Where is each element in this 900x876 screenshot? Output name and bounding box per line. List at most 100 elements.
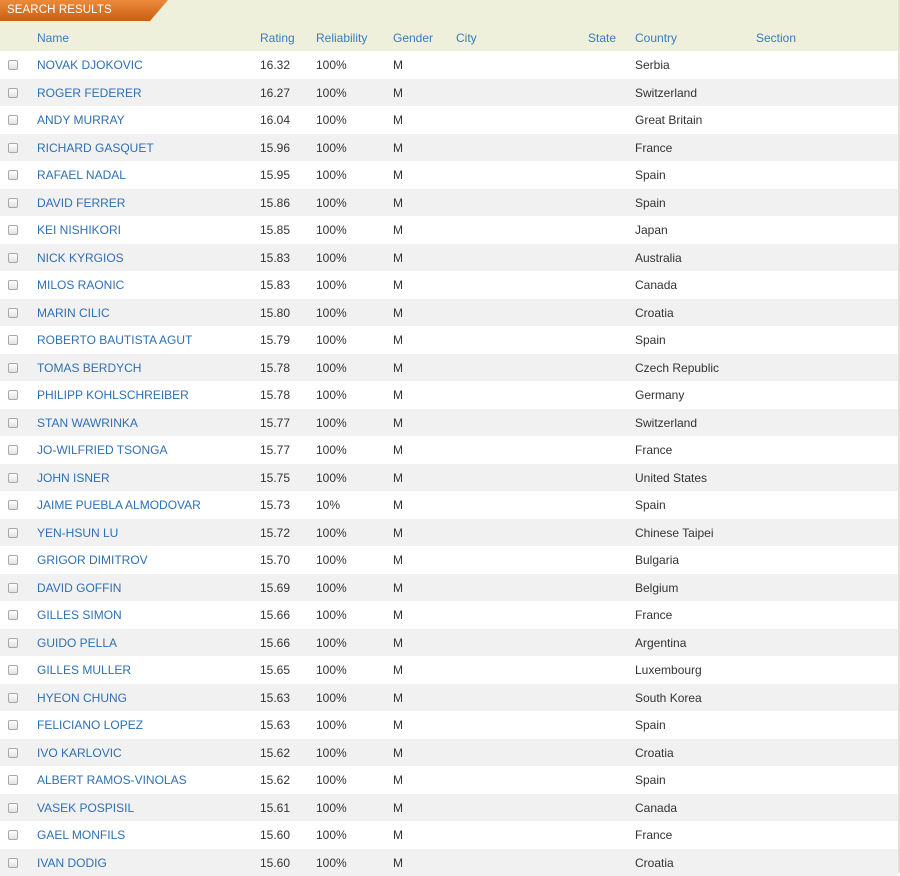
country-cell: Spain [635, 498, 666, 512]
player-name-link[interactable]: HYEON CHUNG [37, 691, 127, 705]
column-header-section[interactable]: Section [756, 31, 796, 45]
row-select-checkbox[interactable] [8, 88, 18, 98]
row-select-checkbox[interactable] [8, 720, 18, 730]
player-name-link[interactable]: GAEL MONFILS [37, 828, 125, 842]
row-select-checkbox[interactable] [8, 445, 18, 455]
row-select-checkbox[interactable] [8, 253, 18, 263]
player-name-link[interactable]: ALBERT RAMOS-VINOLAS [37, 773, 187, 787]
reliability-cell: 100% [316, 746, 347, 760]
player-name-link[interactable]: DAVID GOFFIN [37, 581, 121, 595]
player-name-link[interactable]: DAVID FERRER [37, 196, 125, 210]
row-select-checkbox[interactable] [8, 748, 18, 758]
row-select-checkbox[interactable] [8, 280, 18, 290]
player-name-link[interactable]: GUIDO PELLA [37, 636, 117, 650]
gender-cell: M [393, 746, 403, 760]
player-name-link[interactable]: GILLES MULLER [37, 663, 131, 677]
row-select-checkbox[interactable] [8, 555, 18, 565]
row-select-checkbox[interactable] [8, 665, 18, 675]
row-select-checkbox[interactable] [8, 858, 18, 868]
row-select-checkbox[interactable] [8, 60, 18, 70]
column-header-gender[interactable]: Gender [393, 31, 433, 45]
player-name-link[interactable]: NOVAK DJOKOVIC [37, 58, 143, 72]
gender-cell: M [393, 196, 403, 210]
player-name-link[interactable]: MILOS RAONIC [37, 278, 124, 292]
player-name-link[interactable]: JAIME PUEBLA ALMODOVAR [37, 498, 201, 512]
table-row: RICHARD GASQUET15.96100%MFrance [0, 134, 898, 162]
row-select-checkbox[interactable] [8, 638, 18, 648]
reliability-cell: 100% [316, 278, 347, 292]
table-row: KEI NISHIKORI15.85100%MJapan [0, 216, 898, 244]
player-name-link[interactable]: MARIN CILIC [37, 306, 110, 320]
row-select-checkbox[interactable] [8, 225, 18, 235]
player-name-link[interactable]: NICK KYRGIOS [37, 251, 124, 265]
gender-cell: M [393, 86, 403, 100]
gender-cell: M [393, 801, 403, 815]
row-select-checkbox[interactable] [8, 830, 18, 840]
rating-cell: 15.75 [260, 471, 290, 485]
row-select-checkbox[interactable] [8, 170, 18, 180]
table-row: JOHN ISNER15.75100%MUnited States [0, 464, 898, 492]
country-cell: United States [635, 471, 707, 485]
row-select-checkbox[interactable] [8, 115, 18, 125]
row-select-checkbox[interactable] [8, 775, 18, 785]
row-select-checkbox[interactable] [8, 610, 18, 620]
row-select-checkbox[interactable] [8, 390, 18, 400]
row-select-checkbox[interactable] [8, 308, 18, 318]
row-select-checkbox[interactable] [8, 473, 18, 483]
player-name-link[interactable]: YEN-HSUN LU [37, 526, 118, 540]
country-cell: Serbia [635, 58, 670, 72]
country-cell: Chinese Taipei [635, 526, 714, 540]
column-header-reliability[interactable]: Reliability [316, 31, 367, 45]
table-row: DAVID GOFFIN15.69100%MBelgium [0, 574, 898, 602]
row-select-checkbox[interactable] [8, 528, 18, 538]
reliability-cell: 100% [316, 553, 347, 567]
player-name-link[interactable]: IVAN DODIG [37, 856, 107, 870]
column-header-name[interactable]: Name [37, 31, 69, 45]
player-name-link[interactable]: RICHARD GASQUET [37, 141, 154, 155]
country-cell: Spain [635, 718, 666, 732]
player-name-link[interactable]: PHILIPP KOHLSCHREIBER [37, 388, 189, 402]
reliability-cell: 100% [316, 306, 347, 320]
table-row: GAEL MONFILS15.60100%MFrance [0, 821, 898, 849]
column-header-country[interactable]: Country [635, 31, 677, 45]
column-header-state[interactable]: State [588, 31, 616, 45]
row-select-checkbox[interactable] [8, 583, 18, 593]
player-name-link[interactable]: ROGER FEDERER [37, 86, 142, 100]
row-select-checkbox[interactable] [8, 803, 18, 813]
reliability-cell: 100% [316, 691, 347, 705]
player-name-link[interactable]: VASEK POSPISIL [37, 801, 134, 815]
column-header-rating[interactable]: Rating [260, 31, 295, 45]
player-name-link[interactable]: TOMAS BERDYCH [37, 361, 141, 375]
player-name-link[interactable]: JO-WILFRIED TSONGA [37, 443, 167, 457]
row-select-checkbox[interactable] [8, 500, 18, 510]
row-select-checkbox[interactable] [8, 693, 18, 703]
player-name-link[interactable]: RAFAEL NADAL [37, 168, 126, 182]
row-select-checkbox[interactable] [8, 335, 18, 345]
player-name-link[interactable]: FELICIANO LOPEZ [37, 718, 143, 732]
gender-cell: M [393, 691, 403, 705]
player-name-link[interactable]: ROBERTO BAUTISTA AGUT [37, 333, 192, 347]
row-select-checkbox[interactable] [8, 363, 18, 373]
reliability-cell: 100% [316, 223, 347, 237]
row-select-checkbox[interactable] [8, 418, 18, 428]
country-cell: Germany [635, 388, 684, 402]
gender-cell: M [393, 856, 403, 870]
reliability-cell: 100% [316, 828, 347, 842]
gender-cell: M [393, 361, 403, 375]
player-name-link[interactable]: STAN WAWRINKA [37, 416, 138, 430]
player-name-link[interactable]: KEI NISHIKORI [37, 223, 121, 237]
player-name-link[interactable]: GILLES SIMON [37, 608, 122, 622]
country-cell: Czech Republic [635, 361, 719, 375]
table-row: GILLES MULLER15.65100%MLuxembourg [0, 656, 898, 684]
player-name-link[interactable]: JOHN ISNER [37, 471, 110, 485]
row-select-checkbox[interactable] [8, 198, 18, 208]
reliability-cell: 100% [316, 636, 347, 650]
rating-cell: 15.78 [260, 361, 290, 375]
reliability-cell: 100% [316, 581, 347, 595]
player-name-link[interactable]: IVO KARLOVIC [37, 746, 122, 760]
row-select-checkbox[interactable] [8, 143, 18, 153]
column-header-city[interactable]: City [456, 31, 477, 45]
tab-label: SEARCH RESULTS [7, 4, 112, 16]
player-name-link[interactable]: GRIGOR DIMITROV [37, 553, 148, 567]
player-name-link[interactable]: ANDY MURRAY [37, 113, 125, 127]
